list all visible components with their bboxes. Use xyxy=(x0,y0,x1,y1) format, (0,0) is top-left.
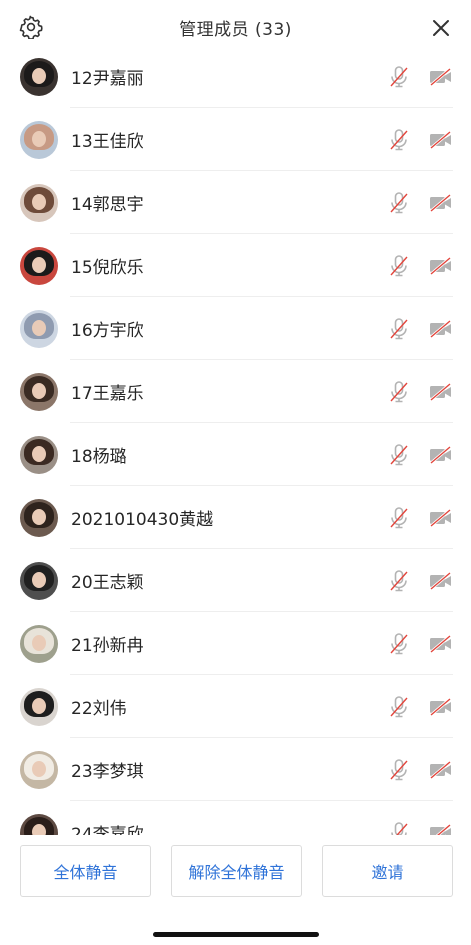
camera-off-icon[interactable] xyxy=(428,571,454,591)
member-name: 2021010430黄越 xyxy=(71,510,214,530)
member-name: 12尹嘉丽 xyxy=(71,69,144,89)
avatar xyxy=(20,435,58,474)
member-list[interactable]: 12尹嘉丽 13王佳欣 14郭思宇 15倪欣乐 16方宇欣 17王嘉乐 18杨璐 202101… xyxy=(0,45,471,835)
mic-muted-icon[interactable] xyxy=(388,695,410,719)
list-item[interactable]: 17王嘉乐 xyxy=(0,360,471,423)
member-name: 16方宇欣 xyxy=(71,321,144,341)
list-item[interactable]: 2021010430黄越 xyxy=(0,486,471,549)
close-icon[interactable] xyxy=(431,18,451,38)
camera-off-icon[interactable] xyxy=(428,445,454,465)
member-name: 23李梦琪 xyxy=(71,762,144,782)
avatar xyxy=(20,246,58,285)
mic-muted-icon[interactable] xyxy=(388,443,410,467)
member-name: 21孙新冉 xyxy=(71,636,144,656)
avatar xyxy=(20,120,58,159)
list-item[interactable]: 21孙新冉 xyxy=(0,612,471,675)
list-item[interactable]: 16方宇欣 xyxy=(0,297,471,360)
mic-muted-icon[interactable] xyxy=(388,506,410,530)
mic-muted-icon[interactable] xyxy=(388,569,410,593)
mic-muted-icon[interactable] xyxy=(388,254,410,278)
mic-muted-icon[interactable] xyxy=(388,758,410,782)
member-name: 17王嘉乐 xyxy=(71,384,144,404)
avatar xyxy=(20,372,58,411)
list-item[interactable]: 15倪欣乐 xyxy=(0,234,471,297)
avatar xyxy=(20,687,58,726)
avatar xyxy=(20,750,58,789)
member-name: 20王志颖 xyxy=(71,573,144,593)
camera-off-icon[interactable] xyxy=(428,67,454,87)
avatar xyxy=(20,498,58,537)
action-bar: 全体静音 解除全体静音 邀请 xyxy=(0,835,471,945)
mic-muted-icon[interactable] xyxy=(388,128,410,152)
avatar xyxy=(20,624,58,663)
camera-off-icon[interactable] xyxy=(428,382,454,402)
avatar xyxy=(20,183,58,222)
avatar xyxy=(20,813,58,835)
camera-off-icon[interactable] xyxy=(428,193,454,213)
list-item[interactable]: 14郭思宇 xyxy=(0,171,471,234)
avatar xyxy=(20,561,58,600)
mic-muted-icon[interactable] xyxy=(388,191,410,215)
camera-off-icon[interactable] xyxy=(428,319,454,339)
page-title: 管理成员 (33) xyxy=(179,20,292,40)
mic-muted-icon[interactable] xyxy=(388,821,410,835)
member-name: 15倪欣乐 xyxy=(71,258,144,278)
mic-muted-icon[interactable] xyxy=(388,380,410,404)
camera-off-icon[interactable] xyxy=(428,256,454,276)
member-name: 13王佳欣 xyxy=(71,132,144,152)
top-bar: 管理成员 (33) xyxy=(0,0,471,55)
gear-icon[interactable] xyxy=(19,15,43,40)
mic-muted-icon[interactable] xyxy=(388,317,410,341)
camera-off-icon[interactable] xyxy=(428,634,454,654)
camera-off-icon[interactable] xyxy=(428,697,454,717)
mic-muted-icon[interactable] xyxy=(388,65,410,89)
camera-off-icon[interactable] xyxy=(428,130,454,150)
avatar xyxy=(20,309,58,348)
member-name: 24李嘉欣 xyxy=(71,825,144,835)
list-item[interactable]: 13王佳欣 xyxy=(0,108,471,171)
invite-button[interactable]: 邀请 xyxy=(322,845,453,897)
camera-off-icon[interactable] xyxy=(428,760,454,780)
list-item[interactable]: 22刘伟 xyxy=(0,675,471,738)
list-item[interactable]: 20王志颖 xyxy=(0,549,471,612)
mic-muted-icon[interactable] xyxy=(388,632,410,656)
camera-off-icon[interactable] xyxy=(428,508,454,528)
mute-all-button[interactable]: 全体静音 xyxy=(20,845,151,897)
list-item[interactable]: 24李嘉欣 xyxy=(0,801,471,835)
member-name: 14郭思宇 xyxy=(71,195,144,215)
list-item[interactable]: 18杨璐 xyxy=(0,423,471,486)
unmute-all-button[interactable]: 解除全体静音 xyxy=(171,845,302,897)
camera-off-icon[interactable] xyxy=(428,823,454,835)
member-name: 18杨璐 xyxy=(71,447,127,467)
member-name: 22刘伟 xyxy=(71,699,127,719)
home-indicator xyxy=(153,932,319,937)
list-item[interactable]: 23李梦琪 xyxy=(0,738,471,801)
avatar xyxy=(20,57,58,96)
